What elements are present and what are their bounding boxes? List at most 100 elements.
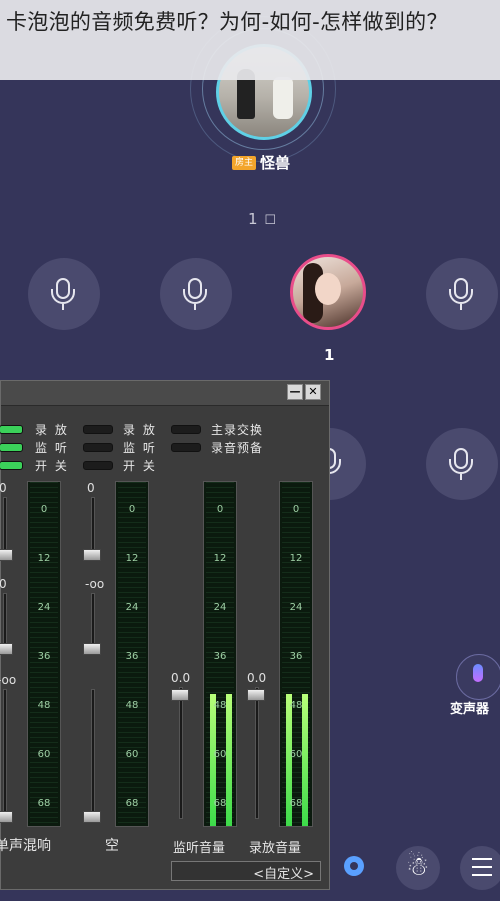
audio-mixer-window[interactable]: — ✕ 录 放 监 听 开 关 录 放 监 听 开 关 主录交换 录音预备 0 …: [0, 380, 330, 890]
mixer-titlebar[interactable]: — ✕: [1, 381, 329, 406]
mic-icon: [473, 664, 483, 682]
switch-label: 录 放: [35, 423, 69, 437]
mic-icon-stem: [460, 304, 462, 310]
toggle-switch[interactable]: [0, 443, 23, 452]
fader-knob[interactable]: [0, 811, 13, 823]
level-meter: 0 12 24 36 48 60 68: [279, 481, 313, 827]
fader-value: -oo: [85, 577, 105, 591]
toggle-switch[interactable]: [0, 425, 23, 434]
toggle-switch[interactable]: [83, 425, 113, 434]
seat-mic-4[interactable]: [426, 258, 498, 330]
wizard-hat-icon: ☃: [406, 852, 430, 882]
fader-knob[interactable]: [83, 549, 101, 561]
meter-tick: 12: [213, 553, 227, 564]
meter-tick: 60: [289, 749, 303, 760]
seat-count[interactable]: 1 ☐: [248, 210, 276, 228]
meter-tick: 12: [289, 553, 303, 564]
fader-knob[interactable]: [0, 549, 13, 561]
meter-tick: 0: [40, 504, 48, 515]
meter-tick: 60: [125, 749, 139, 760]
meter-tick: 60: [37, 749, 51, 760]
menu-icon: [472, 858, 492, 876]
title-overlay: 卡泡泡的音频免费听？为何-如何-怎样做到的？: [0, 0, 500, 80]
host-name[interactable]: 怪兽: [260, 152, 290, 173]
fader-knob[interactable]: [247, 689, 265, 701]
meter-tick: 0: [128, 504, 136, 515]
title-text: 卡泡泡的音频免费听？为何-如何-怎样做到的？: [6, 10, 448, 34]
toggle-switch[interactable]: [83, 461, 113, 470]
meter-tick: 24: [125, 602, 139, 613]
voice-changer-button[interactable]: 变声器: [446, 652, 500, 722]
meter-tick: 36: [213, 651, 227, 662]
close-button[interactable]: ✕: [305, 384, 321, 400]
switch-label: 监 听: [35, 441, 69, 455]
fader-knob[interactable]: [0, 643, 13, 655]
fader-track[interactable]: [255, 687, 259, 819]
switch-label: 监 听: [123, 441, 157, 455]
toggle-switch[interactable]: [171, 443, 201, 452]
minimize-button[interactable]: —: [287, 384, 303, 400]
fader-track[interactable]: [3, 689, 7, 819]
fader-track[interactable]: [91, 689, 95, 819]
mic-icon-stem: [62, 304, 64, 310]
mic-icon-arc: [449, 289, 473, 304]
strip-label-monitor-volume: 监听音量: [173, 841, 226, 856]
toggle-switch[interactable]: [171, 425, 201, 434]
mic-icon-arc: [449, 459, 473, 474]
strip-label-empty: 空: [105, 838, 119, 854]
meter-tick: 24: [37, 602, 51, 613]
switch-label: 录 放: [123, 423, 157, 437]
meter-tick: 48: [289, 700, 303, 711]
switch-label: 开 关: [35, 459, 69, 473]
gear-icon[interactable]: [344, 856, 364, 876]
meter-tick: 0: [292, 504, 300, 515]
seat-mic-8[interactable]: [426, 428, 498, 500]
user-avatar[interactable]: [290, 254, 366, 330]
strip-label-reverb: 单声混响: [0, 838, 51, 854]
preset-dropdown-value: <自定义>: [253, 867, 314, 882]
fader-value: 0: [87, 481, 95, 495]
fader-value: -oo: [0, 673, 17, 687]
meter-tick: 48: [37, 700, 51, 711]
edit-icon: ☐: [264, 213, 276, 228]
mic-icon-arc: [183, 289, 207, 304]
fader-knob[interactable]: [83, 811, 101, 823]
meter-tick: 60: [213, 749, 227, 760]
fader-value: 0: [0, 481, 7, 495]
toggle-switch[interactable]: [0, 461, 23, 470]
meter-tick: 12: [37, 553, 51, 564]
preset-dropdown[interactable]: <自定义>: [171, 861, 321, 882]
seat-count-value: 1: [248, 210, 258, 228]
meter-tick: 48: [213, 700, 227, 711]
meter-tick: 24: [289, 602, 303, 613]
mic-icon-stem: [460, 474, 462, 480]
meter-tick: 48: [125, 700, 139, 711]
fader-track[interactable]: [179, 687, 183, 819]
seat-mic-1[interactable]: [28, 258, 100, 330]
seat-mic-2[interactable]: [160, 258, 232, 330]
toggle-switch[interactable]: [83, 443, 113, 452]
meter-tick: 0: [216, 504, 224, 515]
level-meter: 0 12 24 36 48 60 68: [115, 481, 149, 827]
meter-tick: 36: [125, 651, 139, 662]
switch-label: 开 关: [123, 459, 157, 473]
menu-button[interactable]: [460, 846, 500, 890]
strip-label-playback-volume: 录放音量: [249, 841, 302, 856]
meter-tick: 68: [125, 798, 139, 809]
fader-value: 0: [0, 577, 7, 591]
host-photo-wall: [273, 77, 293, 119]
meter-tick: 68: [37, 798, 51, 809]
meter-tick: 68: [213, 798, 227, 809]
wizard-hat-button[interactable]: ☃: [396, 846, 440, 890]
fader-knob[interactable]: [83, 643, 101, 655]
seat-user-label: 1: [324, 346, 335, 364]
level-meter: 0 12 24 36 48 60 68: [27, 481, 61, 827]
voice-changer-label: 变声器: [450, 702, 490, 717]
meter-tick: 36: [289, 651, 303, 662]
switch-label: 主录交换: [211, 423, 264, 437]
host-badge: 房主: [232, 156, 256, 170]
meter-tick: 12: [125, 553, 139, 564]
fader-value: 0.0: [247, 671, 267, 685]
mic-icon-arc: [51, 289, 75, 304]
fader-knob[interactable]: [171, 689, 189, 701]
